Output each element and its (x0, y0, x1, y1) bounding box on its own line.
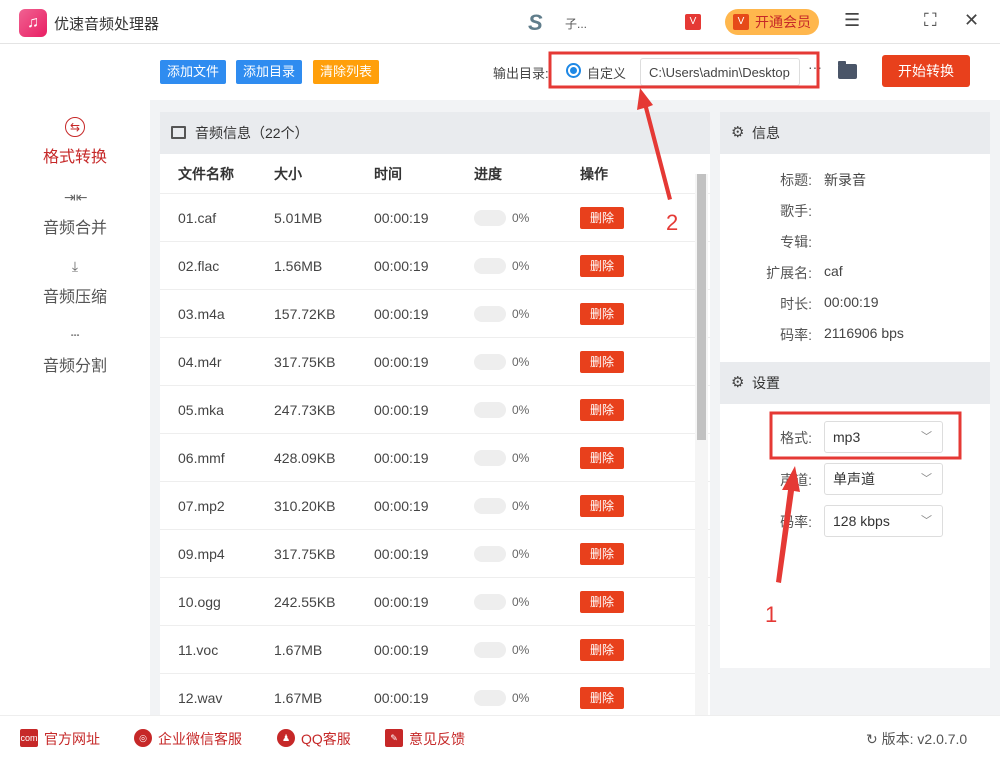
annotation-box-output (550, 53, 818, 87)
annotation-number-1: 1 (765, 602, 777, 628)
annotation-arrow-2 (637, 88, 672, 200)
annotation-number-2: 2 (666, 210, 678, 236)
annotation-arrow-1 (776, 466, 800, 583)
annotation-box-format (771, 413, 960, 458)
annotation-overlay (0, 0, 1000, 760)
